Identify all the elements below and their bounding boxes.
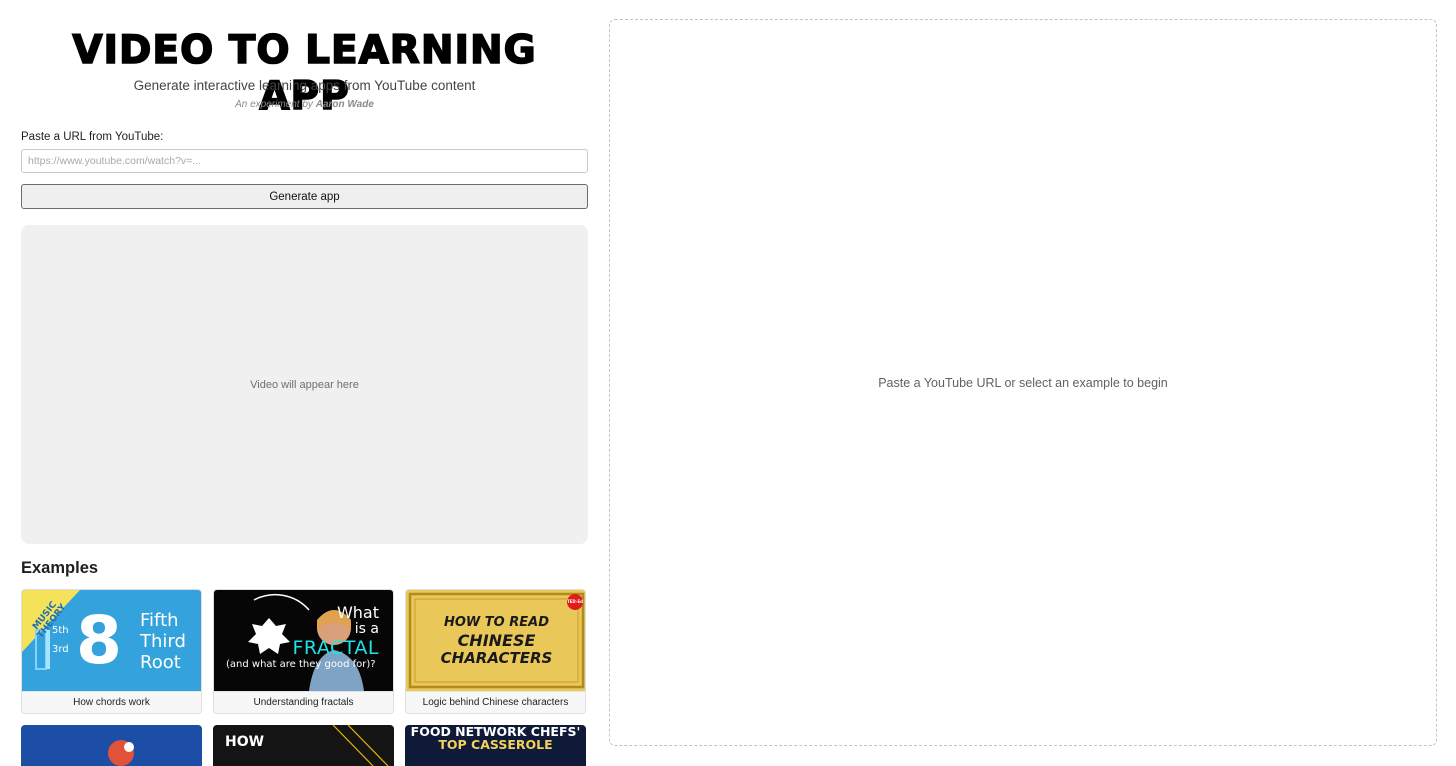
example-card-partial-2[interactable]: HOW	[213, 725, 394, 766]
example-caption-chords: How chords work	[22, 691, 201, 713]
partial-text-2: HOW	[225, 734, 265, 750]
chords-line-root: Root	[140, 652, 181, 673]
chinese-line2: CHINESE	[457, 631, 536, 650]
generate-app-button[interactable]: Generate app	[21, 184, 588, 209]
chords-number-5th: 5th	[52, 625, 69, 636]
chinese-line3: CHARACTERS	[440, 649, 553, 667]
left-panel: VIDEO TO LEARNING APP Generate interacti…	[21, 0, 588, 766]
example-caption-fractals: Understanding fractals	[214, 691, 393, 713]
example-card-chinese[interactable]: TED-Ed HOW TO READ CHINESE CHARACTERS Lo…	[405, 589, 586, 714]
example-card-partial-1[interactable]	[21, 725, 202, 766]
example-card-chords[interactable]: MUSIC THEORY 5th 3rd 8 Fifth Third Root …	[21, 589, 202, 714]
url-label: Paste a URL from YouTube:	[21, 131, 164, 143]
output-panel: Paste a YouTube URL or select an example…	[609, 19, 1437, 746]
fractal-line4: (and what are they good for)?	[226, 659, 376, 670]
partial-thumbnail-art-1	[108, 740, 134, 766]
fractal-line3: FRACTAL	[292, 637, 379, 659]
app-subtitle: Generate interactive learning apps from …	[133, 78, 476, 93]
fractal-line1: What	[336, 603, 379, 622]
chords-number-8: 8	[76, 602, 122, 679]
partial-text-3b: TOP CASSEROLE	[438, 737, 553, 752]
example-card-fractals[interactable]: What is a FRACTAL (and what are they goo…	[213, 589, 394, 714]
byline: An experiment by Aaron Wade	[21, 99, 588, 110]
video-placeholder: Video will appear here	[21, 225, 588, 544]
byline-prefix: An experiment by	[235, 99, 313, 110]
ted-ed-badge: TED-Ed	[566, 599, 584, 604]
example-thumbnail-fractals: What is a FRACTAL (and what are they goo…	[214, 590, 393, 691]
video-placeholder-text: Video will appear here	[250, 378, 359, 391]
byline-author: Aaron Wade	[315, 99, 374, 110]
chords-line-third: Third	[140, 631, 186, 652]
example-caption-chinese: Logic behind Chinese characters	[406, 691, 585, 713]
example-thumbnail-chords: MUSIC THEORY 5th 3rd 8 Fifth Third Root	[22, 590, 201, 691]
examples-heading: Examples	[21, 559, 99, 577]
fractal-line2: is a	[354, 621, 379, 637]
output-placeholder-text: Paste a YouTube URL or select an example…	[878, 375, 1168, 390]
chords-number-3rd: 3rd	[52, 644, 69, 655]
example-thumbnail-chinese: TED-Ed HOW TO READ CHINESE CHARACTERS	[406, 590, 585, 691]
youtube-url-input[interactable]	[21, 149, 588, 173]
chords-line-fifth: Fifth	[140, 610, 179, 631]
example-card-partial-3[interactable]: FOOD NETWORK CHEFS' TOP CASSEROLE	[405, 725, 586, 766]
chinese-line1: HOW TO READ	[444, 615, 549, 630]
